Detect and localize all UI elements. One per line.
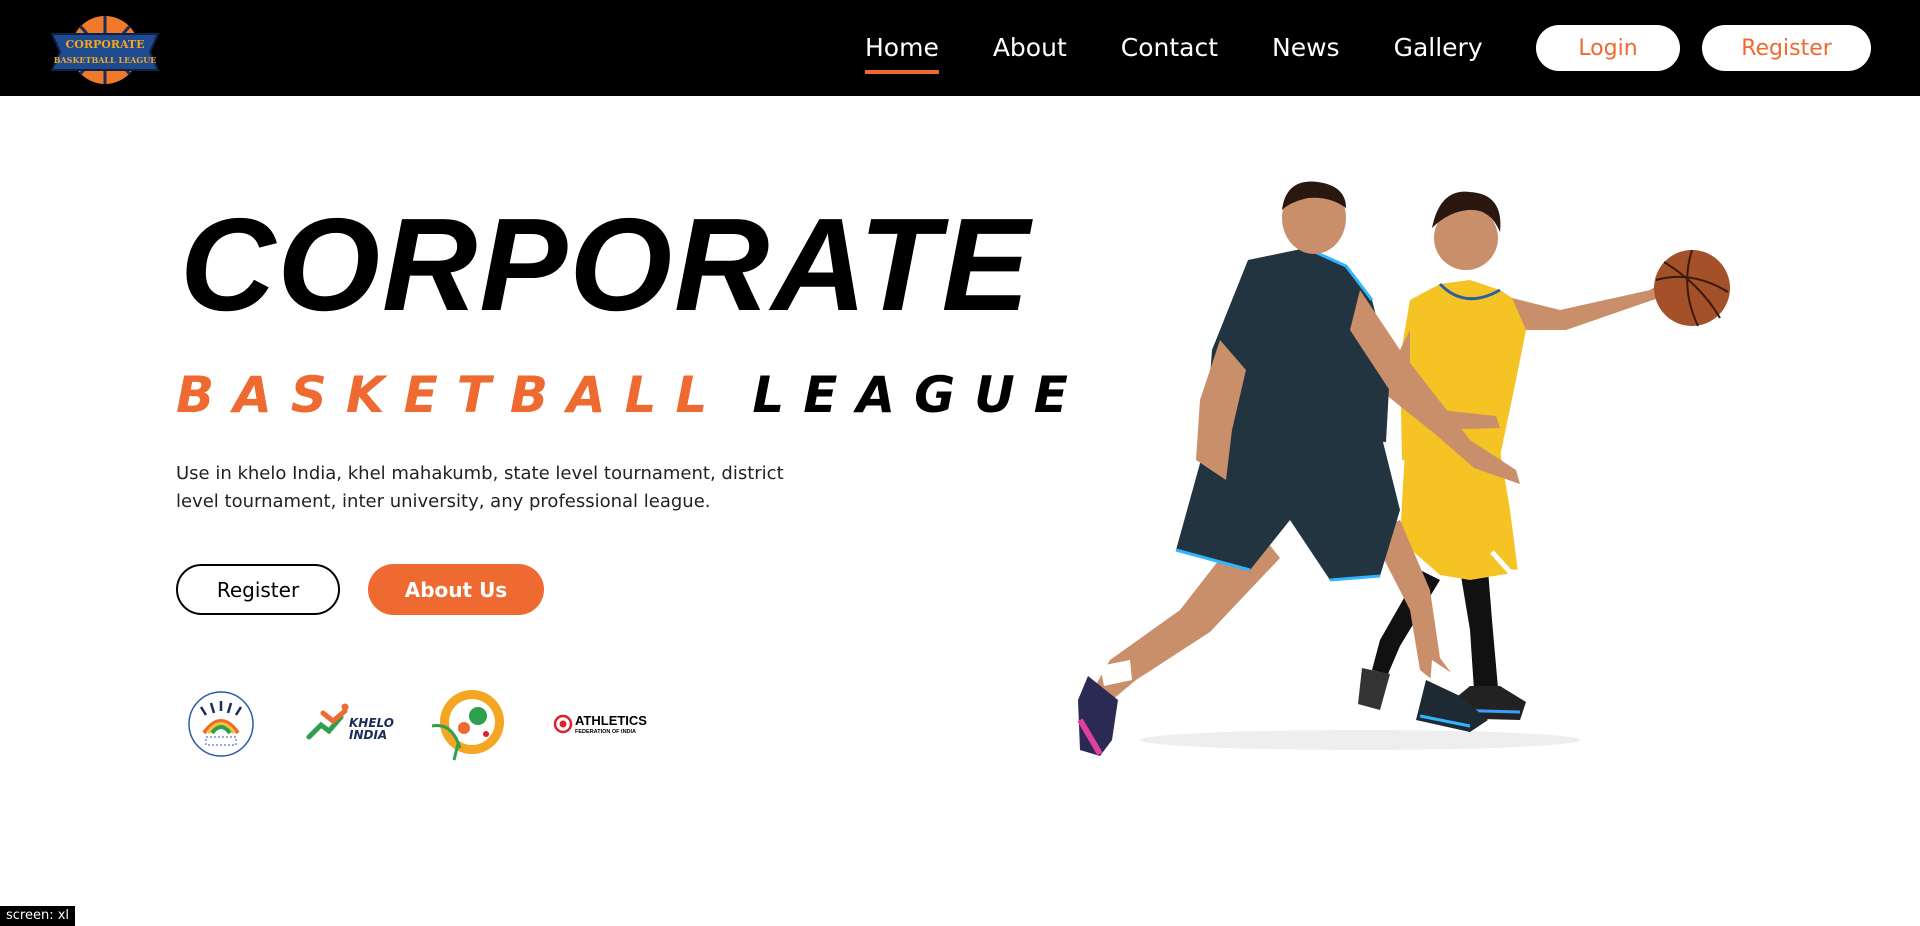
hero-subtitle: BASKETBALL LEAGUE	[176, 365, 1087, 425]
screen-size-indicator: screen: xl	[0, 906, 76, 926]
league-logo[interactable]: CORPORATE BASKETBALL LEAGUE	[50, 8, 160, 88]
hero-title: CORPORATE	[180, 191, 1032, 338]
basketball-players-image	[1000, 180, 1820, 760]
nav-link-news[interactable]: News	[1272, 0, 1340, 96]
khelo-india-line2: INDIA	[349, 728, 387, 742]
athletics-text-line2: FEDERATION OF INDIA	[575, 729, 636, 735]
nav-link-contact[interactable]: Contact	[1121, 0, 1218, 96]
athletics-federation-logo: ATHLETICS FEDERATION OF INDIA	[553, 688, 647, 760]
nav-link-about[interactable]: About	[993, 0, 1067, 96]
logo-text-top: CORPORATE	[66, 38, 145, 51]
about-us-button[interactable]: About Us	[368, 564, 544, 615]
athletics-text-line1: ATHLETICS	[575, 713, 647, 728]
hero-description: Use in khelo India, khel mahakumb, state…	[176, 463, 784, 512]
nav-link-home[interactable]: Home	[865, 0, 939, 96]
khel-mahakumbh-logo	[186, 688, 256, 760]
nav-link-gallery[interactable]: Gallery	[1394, 0, 1483, 96]
login-button[interactable]: Login	[1536, 25, 1680, 71]
logo-text-bottom: BASKETBALL LEAGUE	[54, 55, 157, 65]
khelo-india-logo: KHELO INDIA	[305, 688, 395, 760]
navbar: CORPORATE BASKETBALL LEAGUE Home About C…	[0, 0, 1920, 96]
main-nav: Home About Contact News Gallery	[865, 0, 1537, 96]
register-button[interactable]: Register	[1702, 25, 1871, 71]
hero-subtitle-basketball: BASKETBALL	[176, 366, 727, 424]
hero-register-button[interactable]: Register	[176, 564, 340, 615]
sports-authority-logo	[428, 688, 512, 761]
